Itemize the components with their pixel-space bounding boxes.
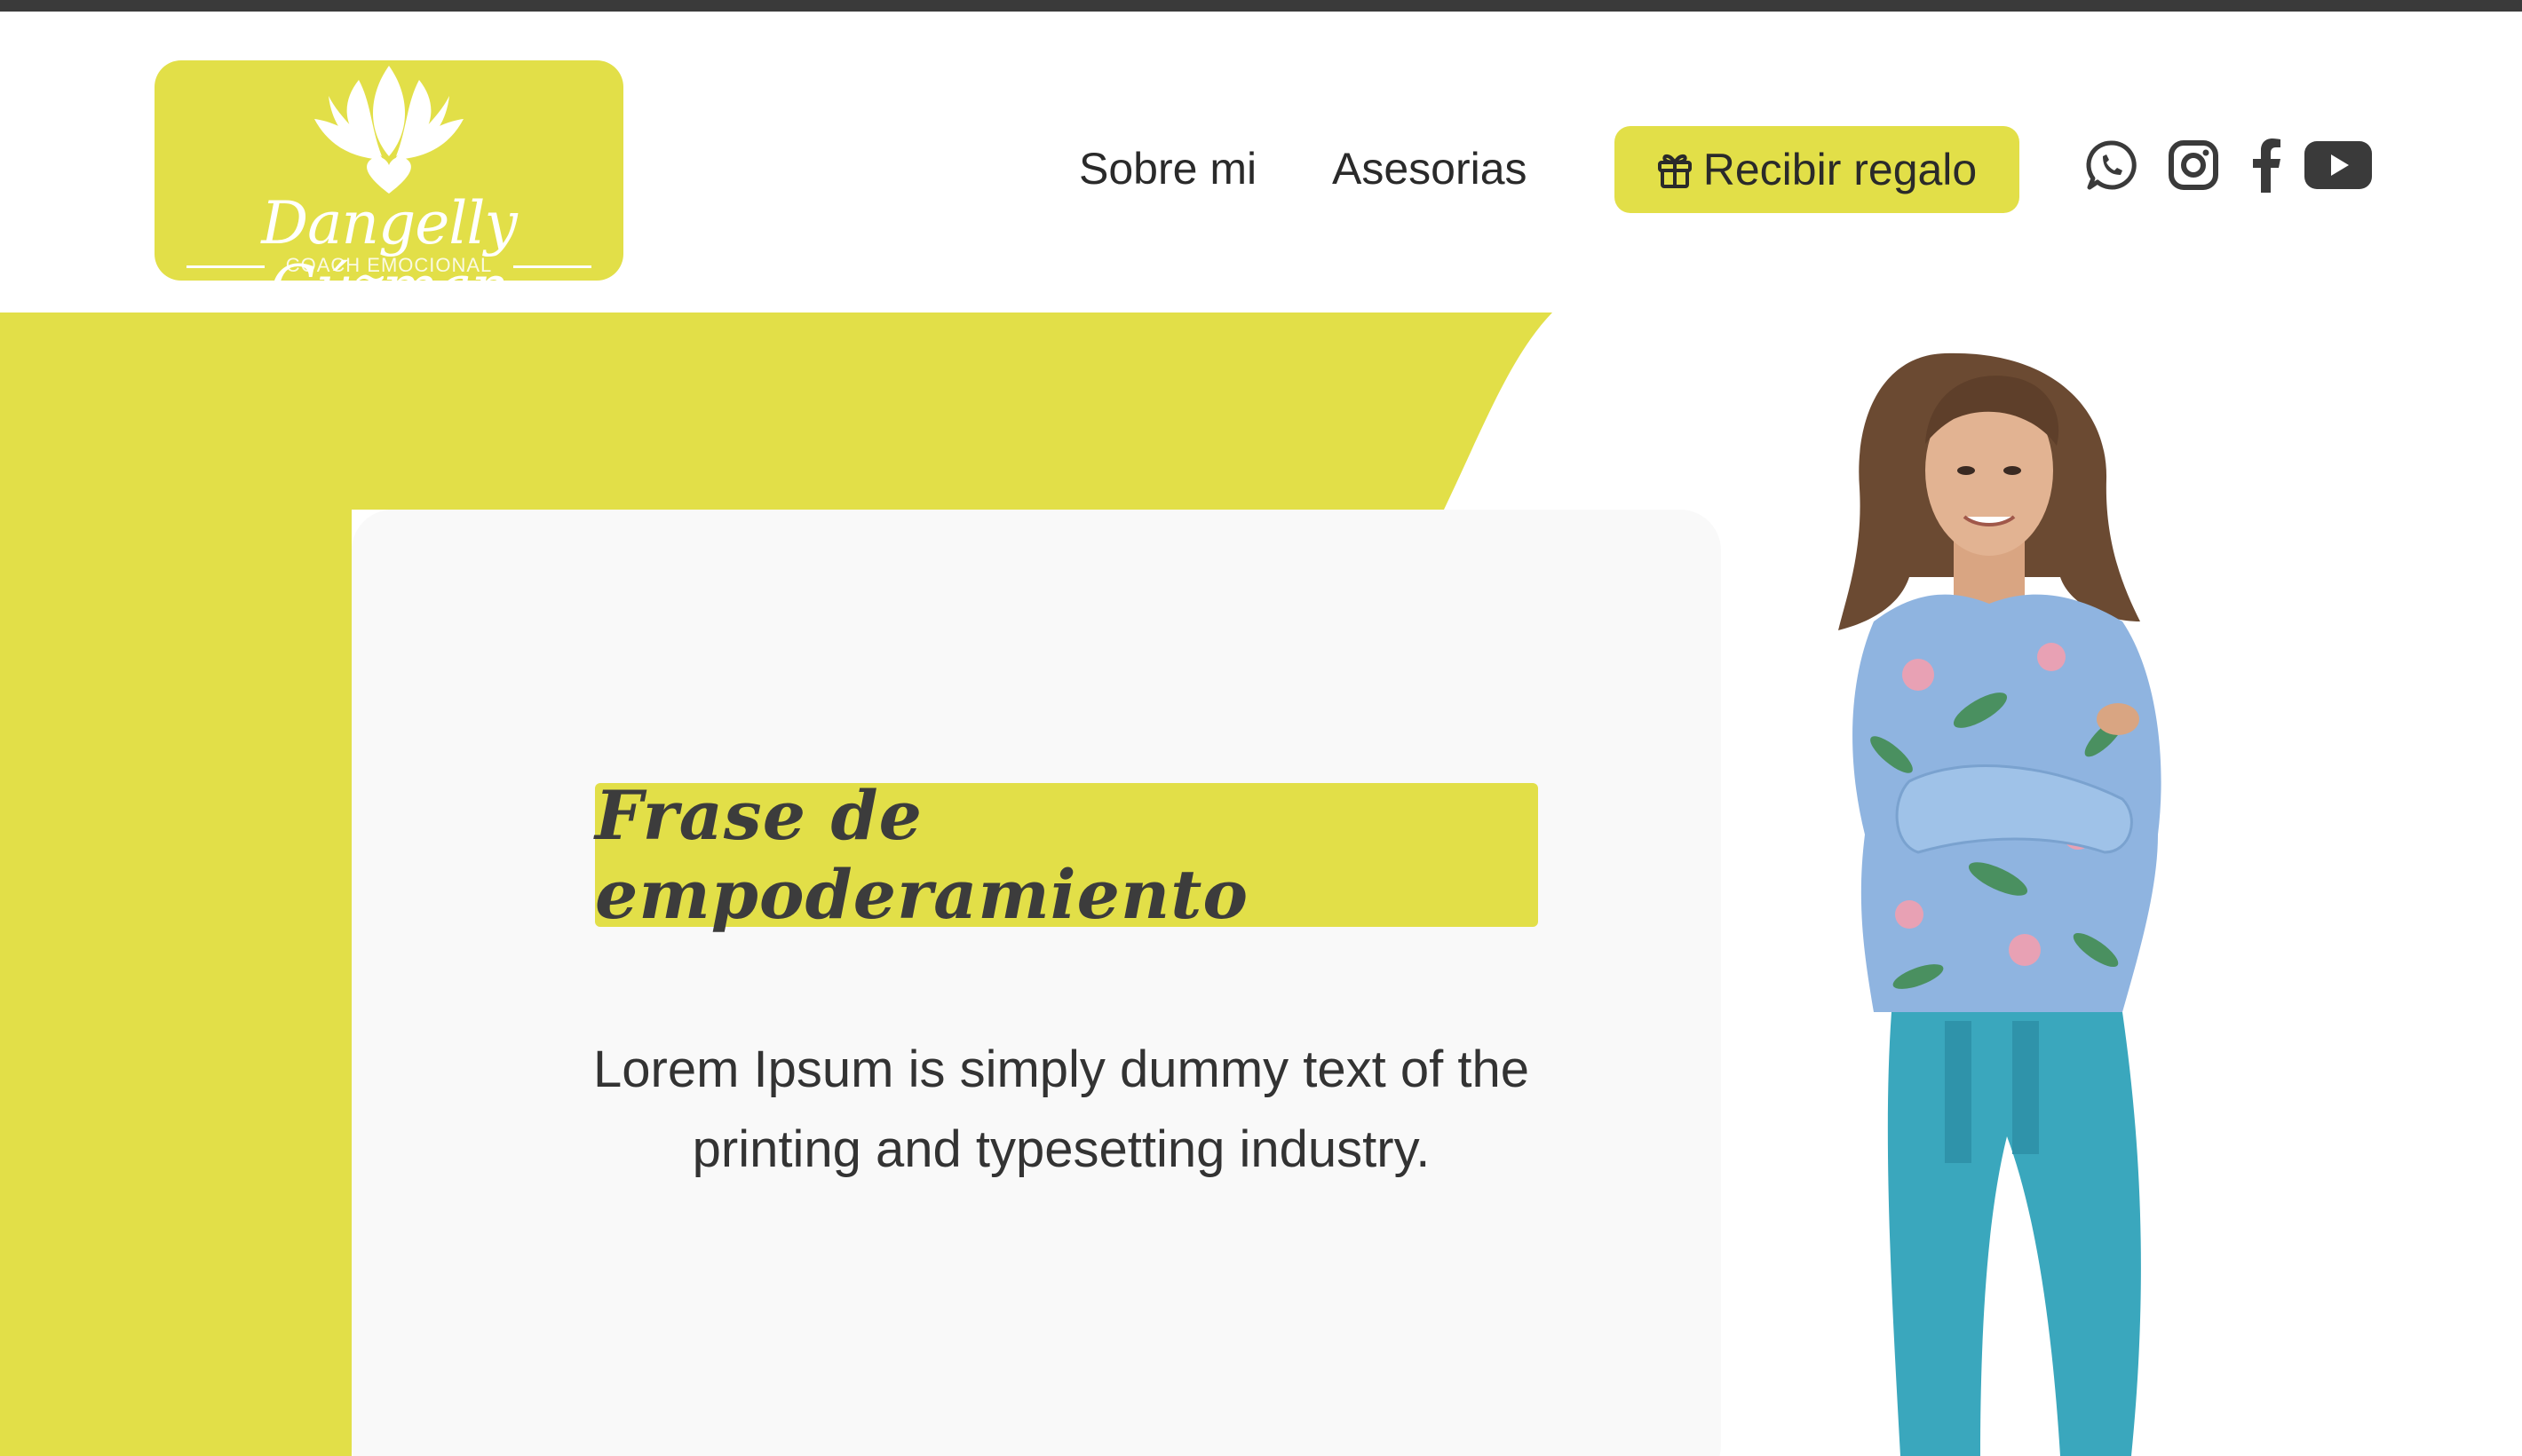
quote-banner: Frase de empoderamiento (595, 776, 1538, 934)
whatsapp-link[interactable] (2083, 137, 2140, 194)
empowerment-quote: Frase de empoderamiento (595, 776, 1249, 934)
gift-icon (1657, 154, 1692, 188)
recibir-regalo-label: Recibir regalo (1702, 145, 1978, 194)
instagram-link[interactable] (2165, 137, 2222, 194)
nav-link-sobre-mi[interactable]: Sobre mi (1079, 142, 1257, 195)
brand-logo[interactable]: Dangelly Gúzman COACH EMOCIONAL (155, 60, 623, 320)
nav-link-asesorias[interactable]: Asesorias (1332, 142, 1527, 195)
landing-page: Dangelly Gúzman COACH EMOCIONAL Sobre mi… (0, 0, 2522, 1456)
facebook-link[interactable] (2238, 137, 2295, 194)
whatsapp-icon (2086, 140, 2137, 190)
youtube-icon (2304, 141, 2372, 189)
youtube-link[interactable] (2302, 137, 2375, 194)
facebook-icon (2253, 138, 2280, 193)
logo-divider-right (513, 265, 591, 268)
instagram-icon (2169, 140, 2218, 190)
coach-portrait-image (1838, 352, 2161, 1456)
top-border (0, 0, 2522, 12)
hero-card (352, 510, 1721, 1456)
recibir-regalo-button[interactable]: Recibir regalo (1614, 126, 2019, 213)
hero-description: Lorem Ipsum is simply dummy text of the … (593, 1041, 1529, 1178)
